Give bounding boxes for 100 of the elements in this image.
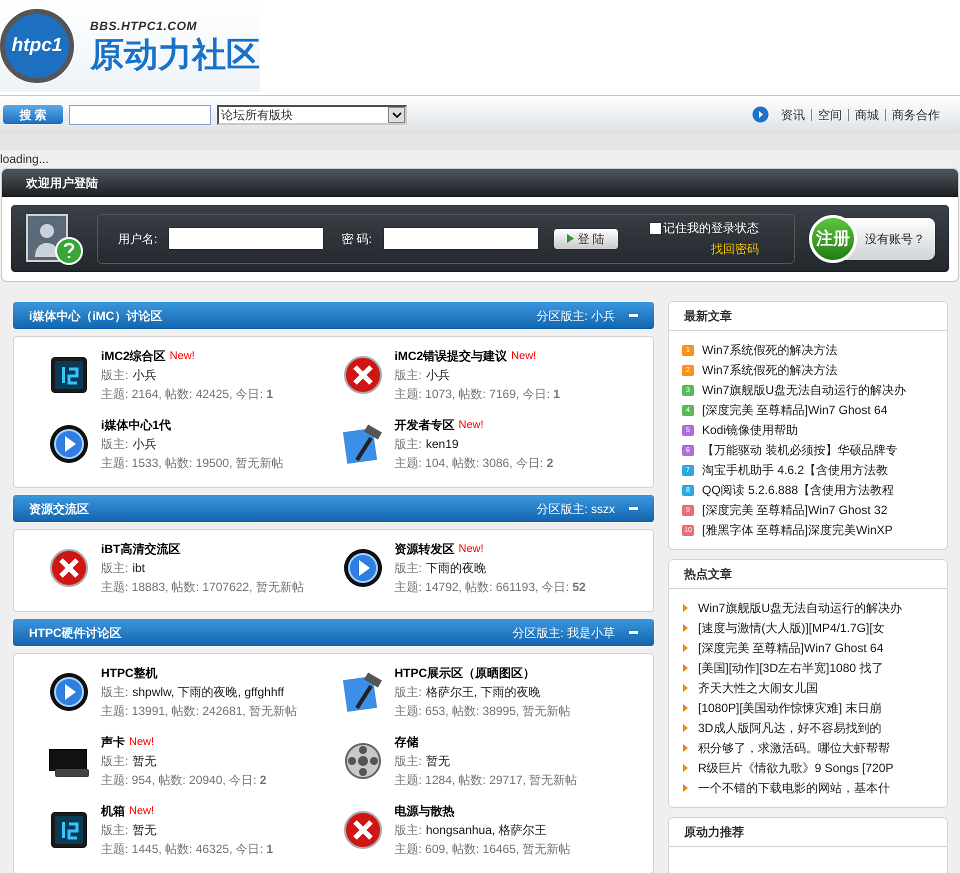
forum-stats: 主题: 954, 帖数: 20940, 今日: 2	[101, 772, 266, 789]
forum-stats: 主题: 1284, 帖数: 29717, 暂无新帖	[394, 772, 578, 789]
article-link[interactable]: Win7系统假死的解决方法	[702, 361, 838, 379]
article-link[interactable]: [深度完美 至尊精品]Win7 Ghost 32	[702, 501, 888, 519]
moderator-names: 小兵	[132, 436, 156, 453]
forum-stats: 主题: 1533, 帖数: 19500, 暂无新帖	[101, 455, 284, 472]
article-link[interactable]: 积分够了，求激活码。哪位大虾帮帮	[698, 739, 890, 757]
forum-name[interactable]: 存储	[394, 733, 418, 752]
top-nav-link[interactable]: 商城	[855, 106, 879, 124]
moderator-label: 版主:	[101, 367, 128, 384]
article-link[interactable]: 齐天大性之大闹女儿国	[698, 679, 818, 697]
bullet-arrow-icon	[683, 704, 688, 712]
article-link[interactable]: 【万能驱动 装机必须按】华硕品牌专	[702, 441, 898, 459]
moderator-names: 暂无	[132, 753, 156, 770]
remember-label: 记住我的登录状态	[663, 220, 760, 237]
forum-stats: 主题: 1073, 帖数: 7169, 今日: 1	[394, 386, 560, 403]
scope-dropdown[interactable]: 论坛所有版块	[217, 104, 407, 124]
section-moderator: 分区版主: 小兵	[536, 308, 615, 324]
forum-name[interactable]: iMC2错误提交与建议	[394, 347, 508, 366]
forum-name[interactable]: 开发者专区	[394, 416, 454, 435]
forum-name[interactable]: iBT高清交流区	[101, 540, 180, 559]
bullet-arrow-icon	[683, 644, 688, 652]
forum-stats: 主题: 13991, 帖数: 242681, 暂无新帖	[101, 703, 298, 720]
forum-stats: 主题: 1445, 帖数: 46325, 今日: 1	[101, 841, 274, 858]
forgot-password-link[interactable]: 找回密码	[711, 240, 760, 258]
moderator-label: 版主:	[101, 560, 128, 577]
forum-name[interactable]: 资源转发区	[394, 540, 454, 559]
moderator-label: 版主:	[394, 684, 422, 701]
article-link[interactable]: [1080P][美国动作惊悚灾难] 末日崩	[698, 699, 882, 717]
forum-stats: 主题: 2164, 帖数: 42425, 今日: 1	[101, 386, 274, 403]
collapse-icon[interactable]	[629, 506, 638, 510]
forum-stats: 主题: 609, 帖数: 16465, 暂无新帖	[394, 841, 571, 858]
new-label: New!	[129, 735, 154, 750]
moderator-names: shpwlw, 下雨的夜晚, gffghhff	[132, 684, 284, 701]
collapse-icon[interactable]	[629, 314, 638, 318]
forum-name[interactable]: iMC2综合区	[101, 347, 166, 366]
forum-stats: 主题: 18883, 帖数: 1707622, 暂无新帖	[101, 579, 304, 596]
new-label: New!	[129, 804, 154, 819]
forum-stats: 主题: 653, 帖数: 38995, 暂无新帖	[394, 703, 571, 720]
moderator-names: 暂无	[132, 822, 156, 839]
moderator-names: hongsanhua, 格萨尔王	[426, 822, 547, 839]
password-field[interactable]	[384, 228, 538, 249]
section-title: HTPC硬件讨论区	[29, 624, 122, 642]
article-link[interactable]: [深度完美 至尊精品]Win7 Ghost 64	[698, 639, 884, 657]
new-label: New!	[170, 349, 195, 364]
forum-name[interactable]: 声卡	[101, 733, 125, 752]
moderator-label: 版主:	[101, 684, 128, 701]
forum-name[interactable]: HTPC展示区（原晒图区）	[394, 664, 536, 683]
article-link[interactable]: Win7系统假死的解决方法	[702, 341, 838, 359]
section-title: i媒体中心（iMC）讨论区	[29, 308, 162, 324]
article-link[interactable]: Win7旗舰版U盘无法自动运行的解决办	[702, 381, 906, 399]
section-title: 资源交流区	[29, 500, 89, 518]
article-link[interactable]: [雅黑字体 至尊精品]深度完美WinXP	[702, 521, 893, 539]
moderator-label: 版主:	[394, 436, 422, 453]
moderator-label: 版主:	[394, 367, 422, 384]
login-button[interactable]: 登 陆	[554, 228, 618, 248]
moderator-label: 版主:	[394, 753, 422, 770]
forum-name[interactable]: 机箱	[101, 802, 125, 821]
moderator-names: 下雨的夜晚	[426, 560, 486, 577]
top-nav-link[interactable]: 商务合作	[892, 106, 940, 124]
remember-checkbox[interactable]	[650, 222, 662, 234]
collapse-icon[interactable]	[629, 630, 638, 634]
panel-title: 原动力推荐	[684, 824, 744, 841]
bullet-arrow-icon	[683, 764, 688, 772]
moderator-names: 小兵	[132, 367, 156, 384]
username-field[interactable]	[169, 228, 324, 249]
article-link[interactable]: Win7旗舰版U盘无法自动运行的解决办	[698, 599, 902, 617]
article-link[interactable]: [速度与激情(大人版)][MP4/1.7G][女	[698, 619, 885, 637]
search-field[interactable]	[69, 104, 211, 124]
moderator-names: 暂无	[426, 753, 450, 770]
moderator-label: 版主:	[394, 560, 422, 577]
article-link[interactable]: R级巨片《情欲九歌》9 Songs [720P	[698, 759, 894, 777]
bullet-arrow-icon	[683, 604, 688, 612]
login-title: 欢迎用户登陆	[26, 175, 98, 192]
bullet-arrow-icon	[683, 664, 688, 672]
forum-name[interactable]: 电源与散热	[394, 802, 454, 821]
article-link[interactable]: 淘宝手机助手 4.6.2【含使用方法教	[702, 461, 888, 479]
article-link[interactable]: QQ阅读 5.2.6.888【含使用方法教程	[702, 481, 894, 499]
section-moderator: 分区版主: sszx	[536, 500, 615, 518]
article-link[interactable]: 一个不错的下载电影的网站，基本什	[698, 779, 890, 797]
search-button[interactable]: 搜 索	[3, 105, 63, 124]
article-link[interactable]: Kodi镜像使用帮助	[702, 421, 798, 439]
bullet-arrow-icon	[683, 684, 688, 692]
bullet-arrow-icon	[683, 784, 688, 792]
article-link[interactable]: [美国][动作][3D左右半宽]1080 找了	[698, 659, 884, 677]
forum-name[interactable]: i媒体中心1代	[101, 416, 172, 435]
top-nav-link[interactable]: 资讯	[781, 106, 805, 124]
new-label: New!	[511, 349, 536, 364]
new-label: New!	[458, 418, 484, 433]
moderator-names: ibt	[132, 560, 146, 577]
article-link[interactable]: 3D成人版阿凡达，好不容易找到的	[698, 719, 882, 737]
moderator-label: 版主:	[101, 436, 128, 453]
forum-stats: 主题: 104, 帖数: 3086, 今日: 2	[394, 455, 554, 472]
panel-title: 热点文章	[684, 566, 732, 583]
bullet-arrow-icon	[683, 744, 688, 752]
article-link[interactable]: [深度完美 至尊精品]Win7 Ghost 64	[702, 401, 888, 419]
top-nav-link[interactable]: 空间	[818, 106, 842, 124]
panel-title: 最新文章	[684, 308, 732, 325]
forum-name[interactable]: HTPC整机	[101, 664, 158, 683]
moderator-label: 版主:	[394, 822, 422, 839]
